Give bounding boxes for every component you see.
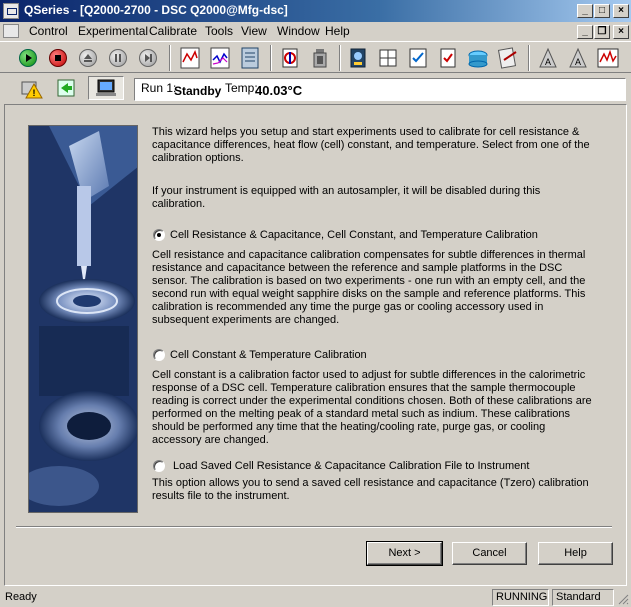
- option-full-calibration-label[interactable]: Cell Resistance & Capacitance, Cell Cons…: [170, 229, 538, 241]
- instrument-warning-icon: !: [21, 81, 43, 99]
- triangle-flag-button[interactable]: A: [536, 46, 560, 70]
- instrument-log-button[interactable]: [238, 46, 262, 70]
- stop-icon: [49, 49, 67, 67]
- triangle-flag-2-button[interactable]: A: [566, 46, 590, 70]
- triangle-flag-icon: A: [539, 47, 557, 68]
- menu-control[interactable]: Control: [29, 24, 68, 38]
- checklist-icon: [409, 48, 427, 68]
- resize-grip-icon[interactable]: [617, 593, 629, 605]
- menu-experimental[interactable]: Experimental: [78, 24, 148, 38]
- plot-button[interactable]: [208, 46, 232, 70]
- triangle-flag-2-icon: A: [569, 47, 587, 68]
- wizard-image: [28, 125, 138, 513]
- toolbar-separator: [528, 45, 530, 71]
- title-bar: QSeries - [Q2000-2700 - DSC Q2000@Mfg-ds…: [0, 0, 631, 22]
- autosampler-note: If your instrument is equipped with an a…: [152, 185, 541, 210]
- run-status-value: Standby: [174, 84, 222, 98]
- option-cell-constant-label[interactable]: Cell Constant & Temperature Calibration: [170, 349, 367, 361]
- dsc-cell-illustration: [29, 126, 137, 512]
- notes-button[interactable]: [496, 46, 520, 70]
- status-ready-text: Ready: [5, 591, 37, 603]
- option-cell-constant-description: Cell constant is a calibration factor us…: [152, 369, 592, 446]
- option-load-file-radio[interactable]: [153, 460, 165, 472]
- svg-text:A: A: [575, 57, 581, 67]
- temp-label: Temp:: [225, 81, 258, 95]
- svg-text:A: A: [545, 57, 551, 67]
- view-signals-button[interactable]: [178, 46, 202, 70]
- verify-icon: [440, 48, 456, 68]
- eject-icon: [79, 49, 97, 67]
- next-button[interactable]: Next >: [366, 541, 443, 566]
- pause-button[interactable]: [106, 46, 130, 70]
- connect-icon: [57, 79, 75, 97]
- menu-window[interactable]: Window: [277, 24, 320, 38]
- document-system-icon[interactable]: [3, 24, 19, 38]
- status-mode-pane: Standard: [552, 589, 614, 606]
- data-folder-button[interactable]: [466, 46, 490, 70]
- graph-icon: [597, 48, 619, 68]
- toolbar-separator: [270, 45, 272, 71]
- instrument-icon: [96, 79, 116, 96]
- data-folder-icon: [468, 50, 488, 68]
- connect-button[interactable]: [51, 76, 81, 100]
- minimize-button[interactable]: _: [577, 4, 593, 18]
- option-full-calibration-radio[interactable]: [153, 229, 165, 241]
- cancel-button[interactable]: Cancel: [452, 542, 527, 565]
- autosampler-icon: [350, 48, 366, 68]
- start-button[interactable]: [16, 46, 40, 70]
- instrument-status-button[interactable]: !: [16, 76, 46, 100]
- instrument-log-icon: [241, 47, 259, 69]
- help-button[interactable]: Help: [538, 542, 613, 565]
- menu-help[interactable]: Help: [325, 24, 350, 38]
- toolbar-separator: [339, 45, 341, 71]
- temp-value: 40.03°C: [255, 83, 303, 98]
- grid-icon: [379, 49, 397, 67]
- calibration-icon: [282, 48, 298, 68]
- verify-button[interactable]: [436, 46, 460, 70]
- skip-icon: [139, 49, 157, 67]
- menu-tools[interactable]: Tools: [205, 24, 233, 38]
- maximize-button[interactable]: □: [594, 4, 610, 18]
- stop-button[interactable]: [46, 46, 70, 70]
- menu-calibrate[interactable]: Calibrate: [149, 24, 197, 38]
- status-bar: Ready RUNNING Standard: [0, 588, 631, 607]
- window-title: QSeries - [Q2000-2700 - DSC Q2000@Mfg-ds…: [24, 3, 288, 17]
- menu-view[interactable]: View: [241, 24, 267, 38]
- menu-bar: Control Experimental Calibrate Tools Vie…: [0, 22, 631, 40]
- toolbar-separator: [169, 45, 171, 71]
- instrument-view-button[interactable]: [88, 76, 124, 100]
- option-load-file-label[interactable]: Load Saved Cell Resistance & Capacitance…: [173, 460, 529, 472]
- svg-text:!: !: [33, 88, 36, 98]
- run-label: Run 1:: [141, 81, 177, 95]
- graph-button[interactable]: [596, 46, 620, 70]
- view-signals-icon: [180, 47, 200, 69]
- cell-button[interactable]: [308, 46, 332, 70]
- button-divider: [16, 526, 612, 528]
- start-icon: [19, 49, 37, 67]
- plot-icon: [210, 47, 230, 69]
- close-button[interactable]: ×: [613, 4, 629, 18]
- eject-button[interactable]: [76, 46, 100, 70]
- option-full-calibration-description: Cell resistance and capacitance calibrat…: [152, 249, 586, 326]
- status-running-pane: RUNNING: [492, 589, 549, 606]
- run-status-box: Run 1: Standby Temp: 40.03°C: [134, 78, 626, 101]
- grid-button[interactable]: [376, 46, 400, 70]
- main-toolbar: A A: [0, 41, 631, 73]
- wizard-intro-text: This wizard helps you setup and start ex…: [152, 126, 590, 164]
- option-cell-constant-radio[interactable]: [153, 349, 165, 361]
- mdi-close-button[interactable]: ×: [613, 25, 629, 39]
- checklist-button[interactable]: [406, 46, 430, 70]
- autosampler-button[interactable]: [346, 46, 370, 70]
- notes-icon: [497, 47, 517, 69]
- pause-icon: [109, 49, 127, 67]
- calibration-button[interactable]: [278, 46, 302, 70]
- mdi-minimize-button[interactable]: _: [577, 25, 593, 39]
- mdi-restore-button[interactable]: ❐: [594, 25, 610, 39]
- option-load-file-description: This option allows you to send a saved c…: [152, 477, 589, 502]
- cell-icon: [313, 49, 327, 68]
- app-icon[interactable]: [3, 3, 19, 19]
- skip-button[interactable]: [136, 46, 160, 70]
